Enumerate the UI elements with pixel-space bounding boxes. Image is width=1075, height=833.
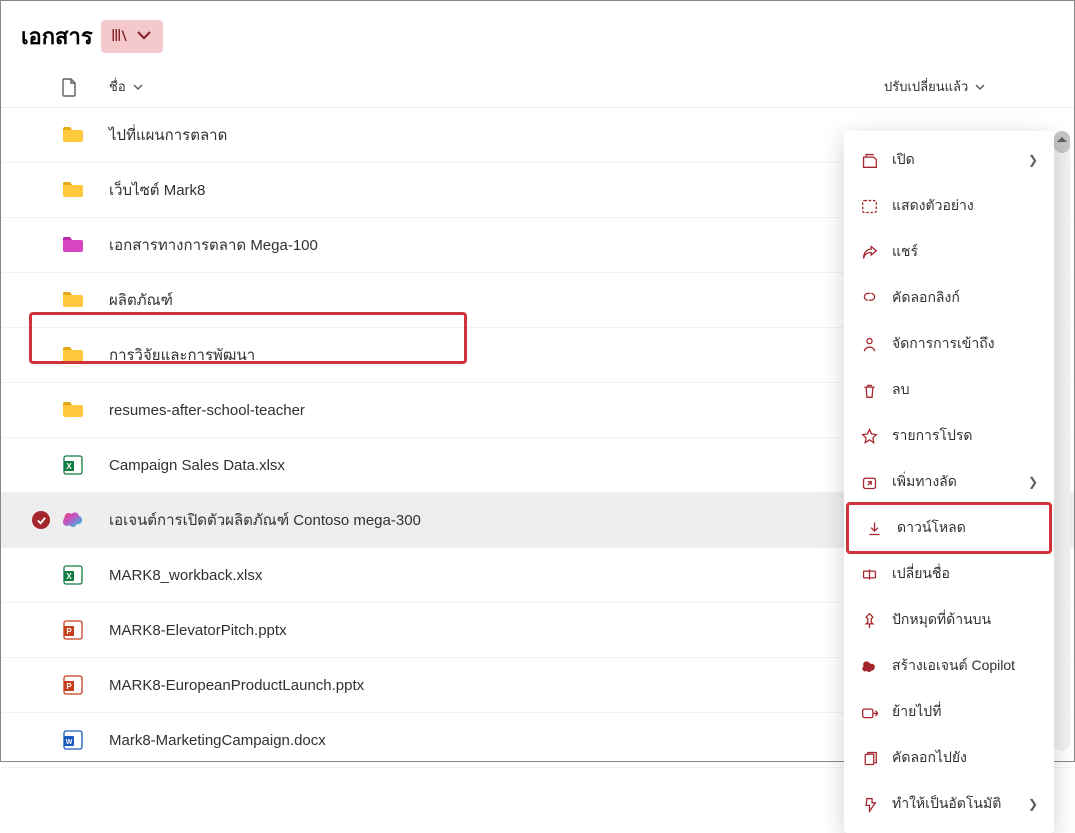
menu-item-access[interactable]: จัดการการเข้าถึง	[844, 321, 1054, 367]
menu-item-shortcut[interactable]: เพิ่มทางลัด ❯	[844, 459, 1054, 505]
svg-text:X: X	[66, 462, 72, 471]
view-switcher-button[interactable]	[101, 20, 163, 53]
file-type-icon	[61, 123, 109, 147]
file-type-icon: W	[61, 728, 109, 752]
menu-item-delete[interactable]: ลบ	[844, 367, 1054, 413]
menu-item-download[interactable]: ดาวน์โหลด	[846, 502, 1052, 554]
menu-item-copy[interactable]: คัดลอกไปยัง	[844, 735, 1054, 781]
file-name: ไปที่แผนการตลาด	[109, 123, 884, 147]
download-icon	[865, 519, 883, 537]
file-name: เว็บไซต์ Mark8	[109, 178, 884, 202]
file-name: resumes-after-school-teacher	[109, 402, 884, 419]
menu-item-label: ปักหมุดที่ด้านบน	[892, 609, 1038, 631]
menu-item-move[interactable]: ย้ายไปที่	[844, 689, 1054, 735]
chevron-down-icon	[135, 26, 153, 47]
scroll-thumb[interactable]	[1054, 131, 1070, 153]
context-menu: เปิด ❯ แสดงตัวอย่างแชร์คัดลอกลิงก์จัดการกา…	[844, 131, 1054, 833]
file-type-icon: P	[61, 618, 109, 642]
file-type-icon	[61, 233, 109, 257]
file-type-icon	[61, 508, 109, 532]
menu-item-copilot[interactable]: สร้างเอเจนต์ Copilot	[844, 643, 1054, 689]
delete-icon	[860, 381, 878, 399]
svg-text:P: P	[66, 682, 72, 691]
automate-icon	[860, 795, 878, 813]
share-icon	[860, 243, 878, 261]
menu-item-label: คัดลอกลิงก์	[892, 287, 1038, 309]
move-icon	[860, 703, 878, 721]
menu-item-open[interactable]: เปิด ❯	[844, 137, 1054, 183]
file-type-icon: X	[61, 563, 109, 587]
menu-item-preview[interactable]: แสดงตัวอย่าง	[844, 183, 1054, 229]
menu-item-label: ดาวน์โหลด	[897, 517, 1033, 539]
menu-item-label: สร้างเอเจนต์ Copilot	[892, 655, 1038, 677]
shortcut-icon	[860, 473, 878, 491]
row-checkbox[interactable]	[21, 511, 61, 529]
access-icon	[860, 335, 878, 353]
file-type-icon: X	[61, 453, 109, 477]
column-name-header[interactable]: ชื่อ	[109, 76, 884, 97]
chevron-right-icon: ❯	[1028, 153, 1038, 167]
file-name: เอเจนต์การเปิดตัวผลิตภัณฑ์ Contoso mega-…	[109, 508, 842, 532]
library-icon	[111, 26, 129, 47]
copy-icon	[860, 749, 878, 767]
file-name: เอกสารทางการตลาด Mega-100	[109, 233, 884, 257]
copilot-icon	[860, 657, 878, 675]
file-name: MARK8_workback.xlsx	[109, 567, 884, 584]
menu-item-label: ทำให้เป็นอัตโนมัติ	[892, 793, 1014, 815]
menu-item-label: เปิด	[892, 149, 1014, 171]
scrollbar[interactable]	[1054, 131, 1070, 751]
menu-item-label: เปลี่ยนชื่อ	[892, 563, 1038, 585]
file-type-icon: P	[61, 673, 109, 697]
page-header: เอกสาร	[1, 1, 1074, 68]
file-name: ผลิตภัณฑ์	[109, 288, 884, 312]
link-icon	[860, 289, 878, 307]
svg-text:W: W	[66, 739, 73, 746]
menu-item-pin[interactable]: ปักหมุดที่ด้านบน	[844, 597, 1054, 643]
file-name: การวิจัยและการพัฒนา	[109, 343, 884, 367]
file-type-icon	[61, 343, 109, 367]
rename-icon	[860, 565, 878, 583]
column-headers: ชื่อ ปรับเปลี่ยนแล้ว	[1, 68, 1074, 108]
pin-icon	[860, 611, 878, 629]
svg-text:P: P	[66, 627, 72, 636]
chevron-right-icon: ❯	[1028, 475, 1038, 489]
file-name: Campaign Sales Data.xlsx	[109, 457, 884, 474]
file-type-icon	[61, 398, 109, 422]
menu-item-label: ย้ายไปที่	[892, 701, 1038, 723]
menu-item-label: แสดงตัวอย่าง	[892, 195, 1038, 217]
menu-item-share[interactable]: แชร์	[844, 229, 1054, 275]
chevron-right-icon: ❯	[1028, 797, 1038, 811]
open-icon	[860, 151, 878, 169]
menu-item-link[interactable]: คัดลอกลิงก์	[844, 275, 1054, 321]
menu-item-label: จัดการการเข้าถึง	[892, 333, 1038, 355]
column-modified-label: ปรับเปลี่ยนแล้ว	[884, 76, 968, 97]
menu-item-rename[interactable]: เปลี่ยนชื่อ	[844, 551, 1054, 597]
menu-item-label: รายการโปรด	[892, 425, 1038, 447]
file-name: Mark8-MarketingCampaign.docx	[109, 732, 884, 749]
menu-item-favorite[interactable]: รายการโปรด	[844, 413, 1054, 459]
file-name: MARK8-EuropeanProductLaunch.pptx	[109, 677, 884, 694]
menu-item-automate[interactable]: ทำให้เป็นอัตโนมัติ ❯	[844, 781, 1054, 827]
menu-item-label: คัดลอกไปยัง	[892, 747, 1038, 769]
preview-icon	[860, 197, 878, 215]
favorite-icon	[860, 427, 878, 445]
column-type-header[interactable]	[61, 77, 109, 97]
file-type-icon	[61, 178, 109, 202]
file-name: MARK8-ElevatorPitch.pptx	[109, 622, 884, 639]
column-name-label: ชื่อ	[109, 76, 126, 97]
file-type-icon	[61, 288, 109, 312]
svg-text:X: X	[66, 572, 72, 581]
menu-item-label: ลบ	[892, 379, 1038, 401]
column-modified-header[interactable]: ปรับเปลี่ยนแล้ว	[884, 76, 1054, 97]
menu-item-label: แชร์	[892, 241, 1038, 263]
menu-item-label: เพิ่มทางลัด	[892, 471, 1014, 493]
page-title: เอกสาร	[21, 19, 93, 54]
